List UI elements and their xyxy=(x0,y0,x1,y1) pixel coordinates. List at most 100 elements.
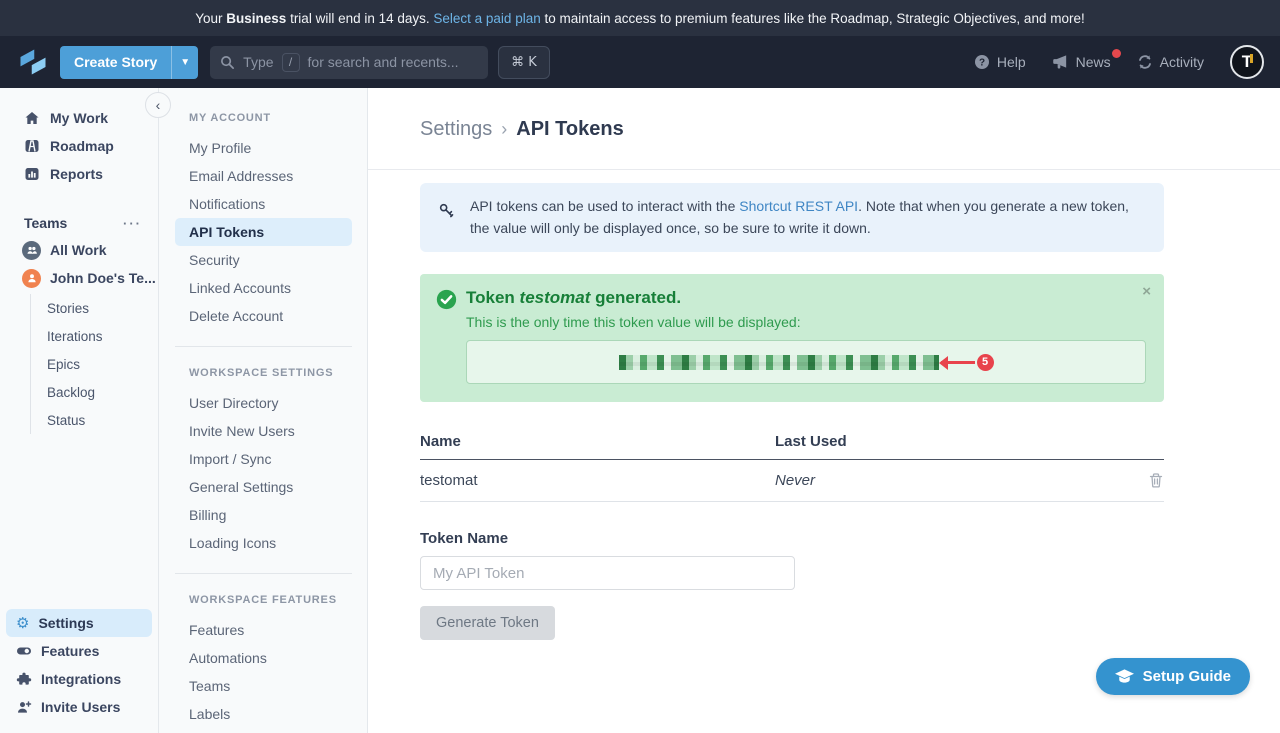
success-banner-subtitle: This is the only time this token value w… xyxy=(466,314,1146,330)
sidebar-item-label: Reports xyxy=(50,166,103,182)
home-icon xyxy=(24,110,40,126)
create-story-button[interactable]: Create Story ▼ xyxy=(60,46,198,79)
keyboard-shortcut-badge[interactable]: ⌘ K xyxy=(498,46,550,79)
token-generated-banner: Token testomat generated. This is the on… xyxy=(420,274,1164,402)
generate-token-button[interactable]: Generate Token xyxy=(420,606,555,640)
settings-group-title-workspace-features: WORKSPACE FEATURES xyxy=(159,594,367,606)
column-header-last-used: Last Used xyxy=(775,433,1124,450)
sidebar-subitem-epics[interactable]: Epics xyxy=(31,350,158,378)
sidebar-collapse-button[interactable]: ‹ xyxy=(145,92,171,118)
team-subitems: Stories Iterations Epics Backlog Status xyxy=(30,294,158,434)
help-label: Help xyxy=(997,54,1026,70)
sidebar-item-my-work[interactable]: My Work xyxy=(0,104,158,132)
settings-nav-item-loading-icons[interactable]: Loading Icons xyxy=(175,529,352,557)
settings-nav-item-custom-fields[interactable]: Custom Fields xyxy=(175,728,352,733)
sidebar-item-settings[interactable]: ⚙ Settings xyxy=(6,609,152,637)
bar-chart-icon xyxy=(24,166,40,182)
trial-text-prefix: Your xyxy=(195,11,226,26)
settings-nav-item-invite-new-users[interactable]: Invite New Users xyxy=(175,417,352,445)
shortcut-logo-icon[interactable] xyxy=(18,47,48,77)
sidebar-item-roadmap[interactable]: Roadmap xyxy=(0,132,158,160)
annotation-arrow-icon xyxy=(941,361,975,364)
settings-nav-item-linked-accounts[interactable]: Linked Accounts xyxy=(175,274,352,302)
settings-nav-divider xyxy=(175,573,352,574)
activity-button[interactable]: Activity xyxy=(1137,54,1204,70)
sidebar-subitem-iterations[interactable]: Iterations xyxy=(31,322,158,350)
delete-token-button[interactable] xyxy=(1148,472,1164,489)
breadcrumb-settings[interactable]: Settings xyxy=(420,118,492,141)
sidebar-subitem-stories[interactable]: Stories xyxy=(31,294,158,322)
sidebar-item-label: My Work xyxy=(50,110,108,126)
roadmap-icon xyxy=(24,138,40,154)
topbar-right-group: ? Help News Activity xyxy=(974,45,1264,79)
create-story-label: Create Story xyxy=(60,46,171,79)
all-work-avatar xyxy=(22,241,41,260)
table-row: testomat Never xyxy=(420,460,1164,502)
sidebar-item-invite-users[interactable]: Invite Users xyxy=(6,693,152,721)
settings-nav-item-teams[interactable]: Teams xyxy=(175,672,352,700)
search-input[interactable]: Type / for search and recents... xyxy=(210,46,488,79)
settings-nav-item-api-tokens[interactable]: API Tokens xyxy=(175,218,352,246)
sidebar-item-features[interactable]: Features xyxy=(6,637,152,665)
news-button[interactable]: News xyxy=(1052,54,1111,70)
user-avatar[interactable]: T xyxy=(1230,45,1264,79)
tutorial-annotation: 5 xyxy=(941,354,994,371)
toggle-icon xyxy=(16,643,32,659)
sidebar-item-integrations[interactable]: Integrations xyxy=(6,665,152,693)
api-tokens-table: Name Last Used testomat Never xyxy=(420,424,1164,502)
news-notification-dot xyxy=(1112,49,1121,58)
close-icon[interactable]: × xyxy=(1142,284,1151,299)
sidebar-subitem-backlog[interactable]: Backlog xyxy=(31,378,158,406)
trial-banner: Your Business trial will end in 14 days.… xyxy=(0,0,1280,36)
column-header-name: Name xyxy=(420,433,775,450)
settings-nav-item-features[interactable]: Features xyxy=(175,616,352,644)
settings-nav-divider xyxy=(175,346,352,347)
top-navbar: Create Story ▼ Type / for search and rec… xyxy=(0,36,1280,88)
help-icon: ? xyxy=(974,54,990,70)
select-paid-plan-link[interactable]: Select a paid plan xyxy=(433,11,540,26)
settings-nav-item-import-sync[interactable]: Import / Sync xyxy=(175,445,352,473)
help-button[interactable]: ? Help xyxy=(974,54,1026,70)
bottom-item-label: Features xyxy=(41,643,99,659)
teams-section-header: Teams ··· xyxy=(0,210,158,236)
trash-icon xyxy=(1148,472,1164,489)
sidebar-item-john-does-team[interactable]: John Doe's Te... xyxy=(0,264,158,292)
activity-icon xyxy=(1137,54,1153,70)
trial-text-middle: trial will end in 14 days. xyxy=(286,11,433,26)
key-icon xyxy=(438,202,455,219)
settings-nav-item-my-profile[interactable]: My Profile xyxy=(175,134,352,162)
table-header-row: Name Last Used xyxy=(420,424,1164,460)
sidebar-subitem-status[interactable]: Status xyxy=(31,406,158,434)
settings-nav-item-security[interactable]: Security xyxy=(175,246,352,274)
settings-nav-item-notifications[interactable]: Notifications xyxy=(175,190,352,218)
search-placeholder-type: Type xyxy=(243,54,273,70)
annotation-step-badge: 5 xyxy=(977,354,994,371)
search-icon xyxy=(220,55,235,70)
settings-nav-item-email-addresses[interactable]: Email Addresses xyxy=(175,162,352,190)
settings-nav-item-delete-account[interactable]: Delete Account xyxy=(175,302,352,330)
teams-menu-button[interactable]: ··· xyxy=(123,216,142,231)
settings-nav-item-general-settings[interactable]: General Settings xyxy=(175,473,352,501)
shortcut-rest-api-link[interactable]: Shortcut REST API xyxy=(739,198,858,214)
news-label: News xyxy=(1076,54,1111,70)
svg-text:?: ? xyxy=(979,58,985,69)
settings-nav-item-billing[interactable]: Billing xyxy=(175,501,352,529)
bottom-item-label: Invite Users xyxy=(41,699,120,715)
page-title: API Tokens xyxy=(516,118,623,141)
settings-nav-item-automations[interactable]: Automations xyxy=(175,644,352,672)
create-story-caret-icon[interactable]: ▼ xyxy=(172,46,198,79)
token-name-input[interactable] xyxy=(420,556,795,590)
gear-icon: ⚙ xyxy=(16,616,29,631)
breadcrumb-separator: › xyxy=(501,119,507,140)
main-content: Settings › API Tokens API tokens can be … xyxy=(368,88,1280,733)
settings-nav: MY ACCOUNT My Profile Email Addresses No… xyxy=(159,88,368,733)
trial-plan-name: Business xyxy=(226,11,286,26)
settings-nav-item-labels[interactable]: Labels xyxy=(175,700,352,728)
sidebar-item-all-work[interactable]: All Work xyxy=(0,236,158,264)
setup-guide-button[interactable]: Setup Guide xyxy=(1096,658,1250,695)
puzzle-icon xyxy=(16,671,32,687)
sidebar-item-reports[interactable]: Reports xyxy=(0,160,158,188)
avatar-accent-mark xyxy=(1250,54,1253,63)
settings-nav-item-user-directory[interactable]: User Directory xyxy=(175,389,352,417)
person-plus-icon xyxy=(16,699,32,715)
